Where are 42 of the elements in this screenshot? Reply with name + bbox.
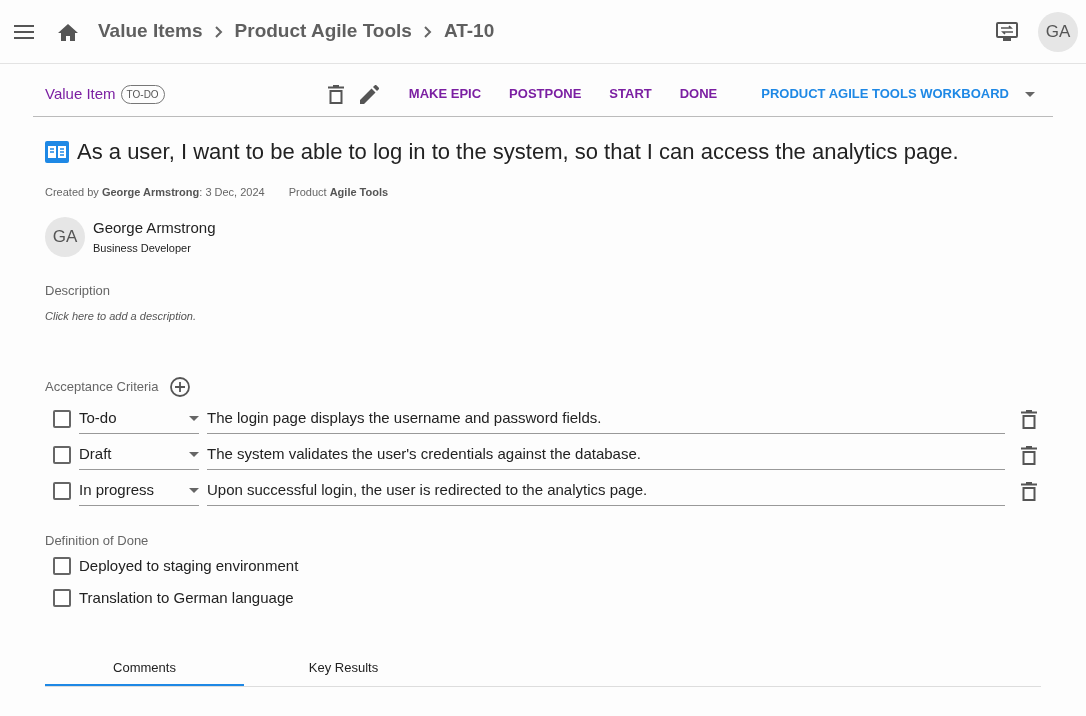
created-by-text: Created by George Armstrong: 3 Dec, 2024 xyxy=(45,185,265,200)
action-button[interactable]: MAKE EPIC xyxy=(402,84,488,104)
status-dropdown[interactable]: In progress xyxy=(79,474,199,507)
acceptance-criteria-label: Acceptance Criteria xyxy=(45,377,159,396)
breadcrumb-link[interactable]: Value Items xyxy=(98,17,203,46)
product-text: Product Agile Tools xyxy=(288,185,389,200)
checkbox-label: Translation to German language xyxy=(79,587,294,608)
tab[interactable]: Comments xyxy=(45,652,244,686)
criterion-field[interactable]: The system validates the user's credentials against the database. xyxy=(207,438,1005,471)
checkbox[interactable] xyxy=(53,409,71,428)
definition-of-done-label: Definition of Done xyxy=(45,531,150,550)
checkbox-label: Deployed to staging environment xyxy=(79,555,299,576)
criterion-field[interactable]: Upon successful login, the user is redirected to the analytics page. xyxy=(207,474,1005,507)
person-name: George Armstrong xyxy=(93,218,216,238)
item-title: As a user, I want to be able to log in to the system, so that I can access the analytics page. xyxy=(77,138,959,166)
criterion-field[interactable]: The login page displays the username and password fields. xyxy=(207,402,1005,435)
person-role: Business Developer xyxy=(93,240,192,256)
caret-icon xyxy=(189,487,199,493)
checkbox[interactable] xyxy=(53,445,71,464)
status-dropdown[interactable]: To-do xyxy=(79,402,199,435)
status-dropdown[interactable]: Draft xyxy=(79,438,199,471)
breadcrumb-link[interactable]: Product Agile Tools xyxy=(234,17,412,46)
caret-icon xyxy=(1025,91,1035,97)
checkbox[interactable] xyxy=(53,589,71,607)
caret-icon xyxy=(189,415,199,421)
chevron-icon xyxy=(423,25,432,38)
action-button[interactable]: START xyxy=(603,84,658,104)
action-button[interactable]: POSTPONE xyxy=(503,84,588,104)
breadcrumb-link[interactable]: AT-10 xyxy=(443,17,495,46)
caret-icon xyxy=(189,451,199,457)
book-icon xyxy=(45,140,69,163)
person-avatar: GA xyxy=(45,216,85,257)
workboard-dropdown[interactable]: PRODUCT AGILE TOOLS WORKBOARD xyxy=(755,84,1041,104)
checkbox[interactable] xyxy=(53,557,71,575)
item-type-label: Value Item xyxy=(45,83,116,104)
action-button[interactable]: DONE xyxy=(673,84,724,104)
description-label: Description xyxy=(45,281,112,300)
user-avatar[interactable]: GA xyxy=(1038,11,1078,52)
checkbox[interactable] xyxy=(53,481,71,500)
chevron-icon xyxy=(214,25,223,38)
description-placeholder[interactable]: Click here to add a description. xyxy=(45,308,1041,325)
tab[interactable]: Key Results xyxy=(244,652,443,686)
